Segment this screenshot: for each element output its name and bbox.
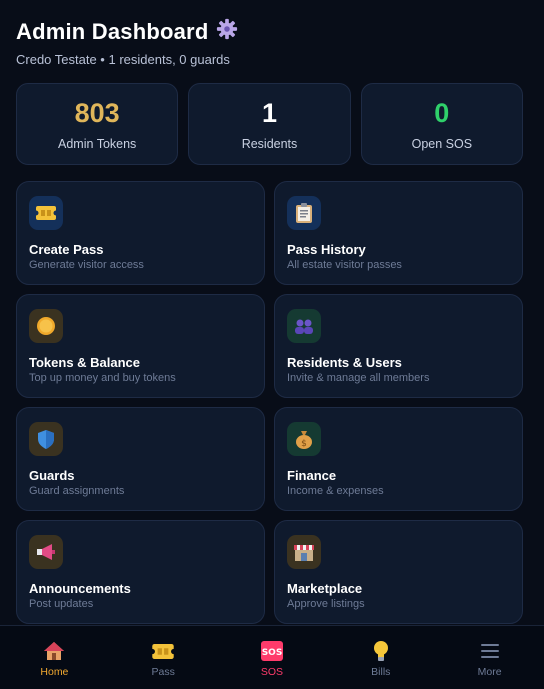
- card-description: Income & expenses: [287, 485, 384, 497]
- announcements-card[interactable]: Announcements Post updates: [16, 520, 265, 624]
- money-bag-icon: $: [287, 422, 321, 456]
- card-description: Invite & manage all members: [287, 372, 430, 384]
- card-title: Announcements: [29, 581, 131, 596]
- nav-label: Bills: [371, 666, 391, 678]
- nav-pass[interactable]: Pass: [109, 626, 218, 689]
- lightbulb-icon: [373, 640, 389, 662]
- stat-admin-tokens: 803 Admin Tokens: [16, 83, 179, 165]
- card-title: Tokens & Balance: [29, 355, 141, 370]
- menu-icon: [480, 640, 499, 662]
- card-title: Residents & Users: [287, 355, 402, 370]
- clipboard-icon: [287, 196, 321, 230]
- home-icon: [43, 640, 65, 662]
- megaphone-icon: [29, 535, 63, 569]
- store-icon: [287, 535, 321, 569]
- stats-row: 803 Admin Tokens 1 Residents 0 Open SOS: [16, 83, 523, 165]
- page-header: Admin Dashboard Credo Testate • 1 reside…: [16, 18, 528, 67]
- card-description: Generate visitor access: [29, 259, 144, 271]
- stat-value: 803: [74, 97, 120, 128]
- card-title: Guards: [29, 468, 75, 483]
- page-subtitle: Credo Testate • 1 residents, 0 guards: [16, 52, 230, 67]
- stat-label: Admin Tokens: [58, 136, 137, 151]
- residents-users-card[interactable]: Residents & Users Invite & manage all me…: [274, 294, 523, 398]
- stat-value: 0: [434, 97, 450, 128]
- card-title: Finance: [287, 468, 337, 483]
- nav-label: Home: [40, 666, 69, 678]
- card-description: Guard assignments: [29, 485, 125, 497]
- users-icon: [287, 309, 321, 343]
- finance-card[interactable]: $ Finance Income & expenses: [274, 407, 523, 511]
- ticket-icon: [29, 196, 63, 230]
- card-description: Post updates: [29, 598, 94, 610]
- card-description: Approve listings: [287, 598, 365, 610]
- tokens-balance-card[interactable]: Tokens & Balance Top up money and buy to…: [16, 294, 265, 398]
- page-title: Admin Dashboard: [16, 18, 209, 44]
- nav-label: Pass: [151, 666, 175, 678]
- marketplace-card[interactable]: Marketplace Approve listings: [274, 520, 523, 624]
- card-description: Top up money and buy tokens: [29, 372, 176, 384]
- stat-open-sos: 0 Open SOS: [360, 83, 523, 165]
- svg-text:SOS: SOS: [262, 648, 283, 658]
- pass-history-card[interactable]: Pass History All estate visitor passes: [274, 181, 523, 285]
- card-title: Pass History: [287, 242, 366, 257]
- nav-bills[interactable]: Bills: [326, 626, 435, 689]
- bottom-nav: Home Pass SOS SOS Bills More: [0, 625, 544, 689]
- nav-more[interactable]: More: [435, 626, 544, 689]
- stat-residents: 1 Residents: [188, 83, 351, 165]
- stat-label: Open SOS: [411, 136, 473, 151]
- shield-icon: [29, 422, 63, 456]
- title-row: Admin Dashboard: [16, 18, 528, 45]
- nav-label: SOS: [260, 666, 284, 678]
- svg-text:$: $: [301, 439, 307, 449]
- coin-icon: [29, 309, 63, 343]
- card-title: Marketplace: [287, 581, 363, 596]
- guards-card[interactable]: Guards Guard assignments: [16, 407, 265, 511]
- nav-label: More: [477, 666, 502, 678]
- ticket-icon: [152, 640, 175, 662]
- nav-home[interactable]: Home: [0, 626, 109, 689]
- card-description: All estate visitor passes: [287, 259, 402, 271]
- nav-sos[interactable]: SOS SOS: [218, 626, 327, 689]
- gear-icon: [216, 18, 238, 45]
- stat-value: 1: [261, 97, 277, 128]
- create-pass-card[interactable]: Create Pass Generate visitor access: [16, 181, 265, 285]
- card-title: Create Pass: [29, 242, 104, 257]
- action-grid: Create Pass Generate visitor access Pass…: [16, 181, 523, 624]
- stat-label: Residents: [241, 136, 298, 151]
- sos-icon: SOS: [260, 640, 283, 662]
